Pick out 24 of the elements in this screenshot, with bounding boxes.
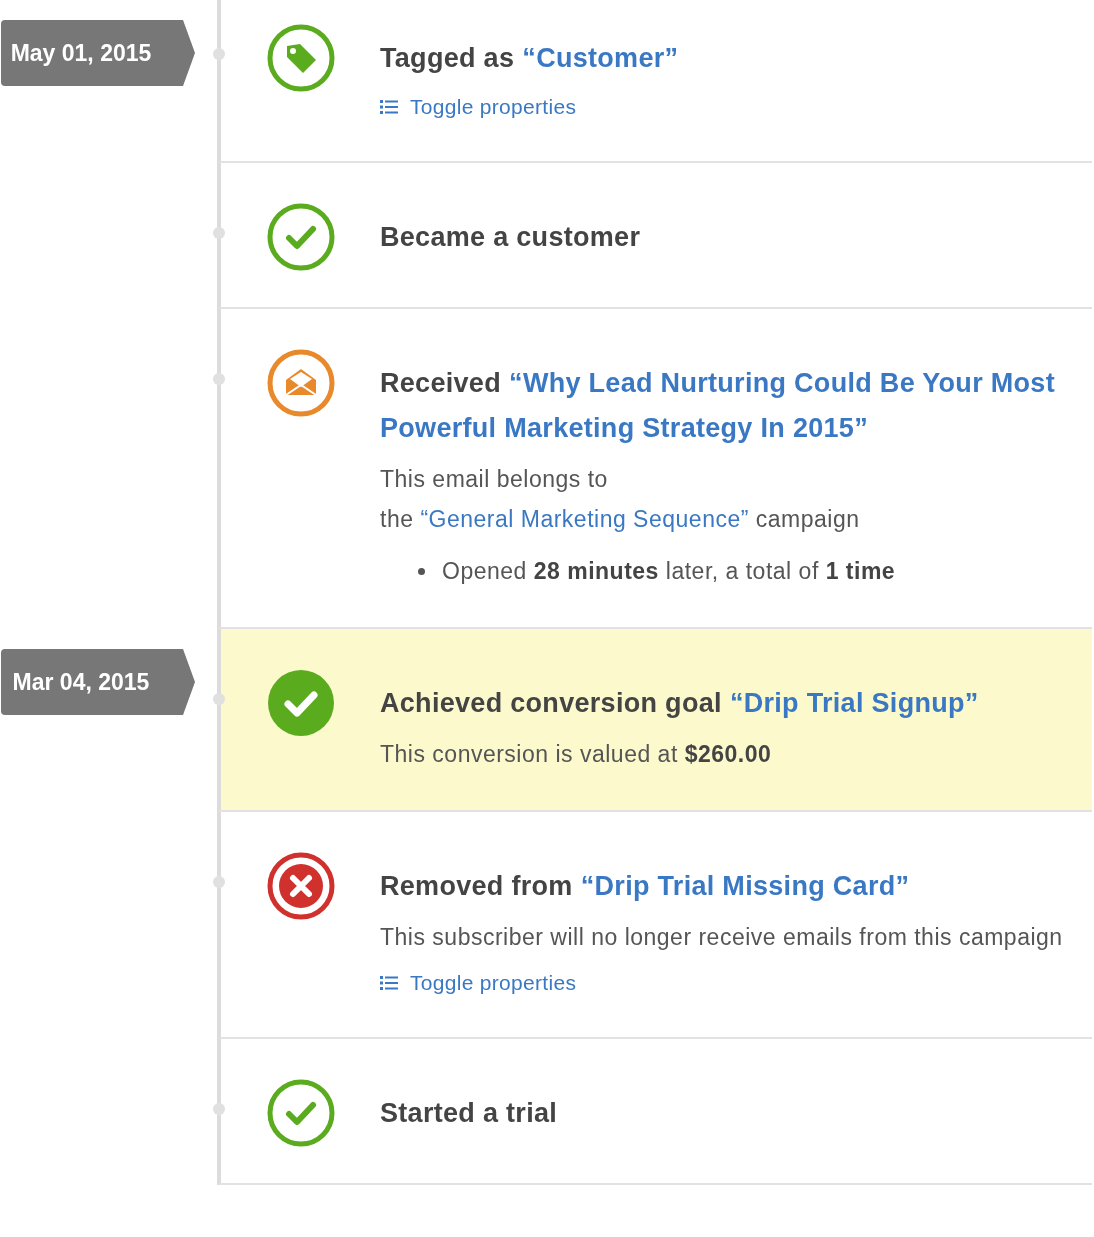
toggle-properties-link[interactable]: Toggle properties [380,89,577,125]
list-icon [380,975,398,991]
check-circle-icon [267,1079,335,1147]
event-description: This email belongs to the “General Marketing Sequence” campaign [380,465,861,534]
date-badge: May 01, 2015 [1,20,195,86]
tag-icon [267,24,335,92]
bullet-dot [418,567,425,575]
date-badge: Mar 04, 2015 [1,649,195,715]
event-title: Removed from “Drip Trial Missing Card” [380,870,911,903]
event-description: This subscriber will no longer receive emails from this campaign [380,923,1064,952]
event-title: Achieved conversion goal “Drip Trial Signup” [380,687,980,720]
event-description: This conversion is valued at $260.00 [380,740,773,769]
x-circle-icon [267,852,335,920]
envelope-icon [267,349,335,417]
list-icon [380,99,398,115]
event-title: Started a trial [380,1097,559,1130]
event-title: Became a customer [380,221,642,254]
event-title: Tagged as “Customer” [380,42,680,75]
toggle-properties-link[interactable]: Toggle properties [380,965,577,1001]
check-circle-icon [267,669,335,737]
campaign-link[interactable]: “General Marketing Sequence” [420,506,749,532]
check-circle-icon [267,203,335,271]
open-stat: Opened 28 minutes later, a total of 1 time [442,557,896,586]
event-title: Received “Why Lead Nurturing Could Be Your Most Powerful Marketing Strategy In 2015” [380,367,1056,445]
